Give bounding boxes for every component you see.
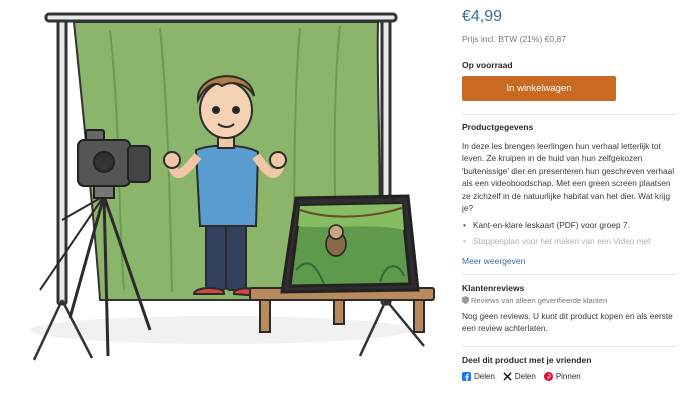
no-reviews-text: Nog geen reviews. U kunt dit product kop… [462, 311, 673, 333]
stock-status: Op voorraad [462, 60, 513, 70]
pinterest-icon [543, 372, 553, 381]
verified-note: Reviews van alleen geverifieerde klanten [462, 296, 607, 305]
details-heading: Productgegevens [462, 122, 534, 132]
verified-note-text: Reviews van alleen geverifieerde klanten [471, 296, 608, 305]
product-panel: €4,99 Prijs incl. BTW (21%) €0,87 Op voo… [462, 0, 682, 394]
share-facebook-button[interactable]: Delen [462, 372, 495, 381]
product-illustration [0, 0, 448, 394]
list-item: Kant-en-klare leskaart (PDF) voor groep … [462, 219, 676, 235]
share-pinterest-button[interactable]: Pinnen [543, 372, 581, 381]
share-pinterest-label: Pinnen [555, 372, 581, 381]
reviews-heading: Klantenreviews [462, 283, 525, 293]
product-description: In deze les brengen leerlingen hun verha… [462, 141, 675, 214]
divider [462, 114, 676, 115]
add-to-cart-button[interactable]: In winkelwagen [462, 76, 616, 101]
share-x-label: Delen [514, 372, 536, 381]
divider [462, 346, 676, 347]
tablet-icon [280, 194, 420, 294]
share-buttons: Delen Delen Pinnen [462, 372, 581, 381]
list-item: Stappenplan voor het maken van een Video… [462, 235, 676, 247]
x-icon [503, 372, 512, 381]
feature-list: Kant-en-klare leskaart (PDF) voor groep … [462, 219, 676, 247]
share-x-button[interactable]: Delen [503, 372, 536, 381]
vat-note: Prijs incl. BTW (21%) €0,87 [462, 34, 566, 44]
shield-icon [462, 296, 469, 304]
share-facebook-label: Delen [474, 372, 495, 381]
facebook-icon [462, 372, 471, 381]
show-more-link[interactable]: Meer weergeven [462, 256, 525, 266]
product-price: €4,99 [462, 8, 503, 25]
share-heading: Deel dit product met je vrienden [462, 355, 592, 365]
divider [462, 274, 676, 275]
